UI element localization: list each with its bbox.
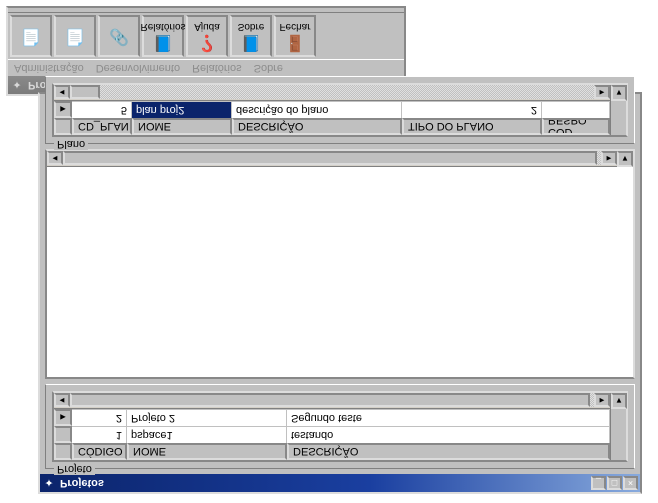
- projetos-window: ✦ Projetos _ □ × Projeto CÓDIGO NOME DES…: [38, 92, 642, 494]
- tool-fechar[interactable]: 🚪 Fechar: [274, 15, 316, 57]
- tool-sobre[interactable]: 📘 Sobre: [230, 15, 272, 57]
- table-row[interactable]: ▸ 5 plan proj2 descrição do plano 2: [54, 101, 610, 118]
- projeto-hscroll: ◄ ►: [54, 393, 610, 409]
- tool-connect[interactable]: 🔗: [98, 15, 140, 57]
- projetos-titlebar: ✦ Projetos _ □ ×: [40, 474, 640, 492]
- projeto-cell-nome[interactable]: pspace1: [127, 426, 287, 443]
- projeto-header-row: CÓDIGO NOME DESCRIÇÃO: [54, 443, 610, 460]
- projetos-window-buttons: _ □ ×: [590, 476, 638, 490]
- about-icon: 📘: [241, 35, 261, 51]
- tool-ajuda[interactable]: ❓ Ajuda: [186, 15, 228, 57]
- app-icon: ✦: [10, 79, 24, 92]
- document-icon: 📄: [21, 28, 41, 44]
- projeto-cell-desc[interactable]: Segundo teste: [287, 409, 610, 426]
- scroll-track[interactable]: [70, 86, 594, 100]
- scroll-thumb[interactable]: [70, 394, 590, 408]
- plano-grid: CD_PLAN NOME DESCRIÇÃO TIPO DO PLANO COD…: [52, 83, 628, 137]
- plano-col-tipo[interactable]: TIPO DO PLANO: [402, 118, 542, 135]
- projeto-col-codigo[interactable]: CÓDIGO: [72, 443, 127, 460]
- projetos-minimize-button[interactable]: _: [591, 476, 606, 490]
- projeto-grid: CÓDIGO NOME DESCRIÇÃO 1 pspace1 testando…: [52, 391, 628, 462]
- projeto-vscroll: ▼: [610, 393, 626, 460]
- row-indicator[interactable]: ▸: [54, 101, 72, 118]
- scroll-down-button[interactable]: ▼: [611, 85, 627, 101]
- detail-panel: ▼ ◄ ►: [45, 149, 635, 379]
- menubar: Administração Desenvolvimento Relatórios…: [8, 60, 404, 76]
- projeto-cell-codigo[interactable]: 2: [72, 409, 127, 426]
- projetos-icon: ✦: [42, 477, 56, 490]
- scroll-left-button[interactable]: ◄: [47, 152, 63, 166]
- tool-relatorios[interactable]: 📘 Relatórios: [142, 15, 184, 57]
- plano-cell-cod[interactable]: [542, 101, 610, 118]
- scroll-down-button[interactable]: ▼: [617, 151, 633, 167]
- plano-cell-nome[interactable]: plan proj2: [132, 101, 232, 118]
- table-row[interactable]: ▸ 2 Projeto 2 Segundo teste: [54, 409, 610, 426]
- projetos-title: Projetos: [56, 477, 590, 489]
- plano-corner-cell[interactable]: [54, 118, 72, 135]
- scroll-track[interactable]: [63, 152, 601, 166]
- scroll-track[interactable]: [70, 394, 594, 408]
- menu-sobre[interactable]: Sobre: [254, 62, 283, 74]
- tool-doc2[interactable]: 📄: [54, 15, 96, 57]
- plano-cell-desc[interactable]: descrição do plano: [232, 101, 402, 118]
- exit-icon: 🚪: [285, 35, 305, 51]
- projeto-frame-label: Projeto: [54, 463, 95, 475]
- projetos-maximize-button[interactable]: □: [607, 476, 622, 490]
- connect-icon: 🔗: [109, 28, 129, 44]
- table-row[interactable]: 1 pspace1 testando: [54, 426, 610, 443]
- projeto-cell-codigo[interactable]: 1: [72, 426, 127, 443]
- plano-header-row: CD_PLAN NOME DESCRIÇÃO TIPO DO PLANO COD…: [54, 118, 610, 135]
- projeto-cell-desc[interactable]: testando: [287, 426, 610, 443]
- projeto-col-nome[interactable]: NOME: [127, 443, 287, 460]
- tool-ajuda-label: Ajuda: [194, 22, 220, 33]
- report-icon: 📘: [153, 35, 173, 51]
- menu-relatorios[interactable]: Relatórios: [192, 62, 242, 74]
- tool-fechar-label: Fechar: [279, 22, 310, 33]
- tool-doc1[interactable]: 📄: [10, 15, 52, 57]
- toolbar: 📄 📄 🔗 📘 Relatórios ❓ Ajuda 📘 Sobre 🚪 Fec…: [8, 12, 404, 60]
- projeto-cell-nome[interactable]: Projeto 2: [127, 409, 287, 426]
- projeto-frame: Projeto CÓDIGO NOME DESCRIÇÃO 1: [45, 384, 635, 469]
- menu-desenvolvimento[interactable]: Desenvolvimento: [96, 62, 180, 74]
- scroll-left-button[interactable]: ◄: [54, 86, 70, 100]
- plano-frame-label: Plano: [54, 138, 88, 150]
- row-indicator[interactable]: [54, 426, 72, 443]
- plano-hscroll: ◄ ►: [54, 85, 610, 101]
- plano-col-descricao[interactable]: DESCRIÇÃO: [232, 118, 402, 135]
- row-indicator[interactable]: ▸: [54, 409, 72, 426]
- projeto-corner-cell[interactable]: [54, 443, 72, 460]
- projetos-close-button[interactable]: ×: [623, 476, 638, 490]
- plano-col-codrespo[interactable]: COD RESPO: [542, 118, 610, 135]
- help-icon: ❓: [197, 35, 217, 51]
- scroll-right-button[interactable]: ►: [594, 86, 610, 100]
- plano-vscroll: ▼: [610, 85, 626, 135]
- scroll-left-button[interactable]: ◄: [54, 394, 70, 408]
- tool-relatorios-label: Relatórios: [140, 22, 185, 33]
- scroll-thumb[interactable]: [70, 86, 100, 100]
- plano-frame: Plano CD_PLAN NOME DESCRIÇÃO TIPO DO PLA…: [45, 76, 635, 144]
- document-icon: 📄: [65, 28, 85, 44]
- menu-administracao[interactable]: Administração: [14, 62, 84, 74]
- plano-cell-tipo[interactable]: 2: [402, 101, 542, 118]
- scroll-down-button[interactable]: ▼: [611, 393, 627, 409]
- scroll-thumb[interactable]: [63, 152, 597, 166]
- plano-cell-cd[interactable]: 5: [72, 101, 132, 118]
- tool-sobre-label: Sobre: [238, 22, 265, 33]
- scroll-right-button[interactable]: ►: [601, 152, 617, 166]
- projeto-col-descricao[interactable]: DESCRIÇÃO: [287, 443, 610, 460]
- scroll-right-button[interactable]: ►: [594, 394, 610, 408]
- plano-col-cdplan[interactable]: CD_PLAN: [72, 118, 132, 135]
- plano-col-nome[interactable]: NOME: [132, 118, 232, 135]
- detail-hscroll: ◄ ►: [47, 151, 617, 167]
